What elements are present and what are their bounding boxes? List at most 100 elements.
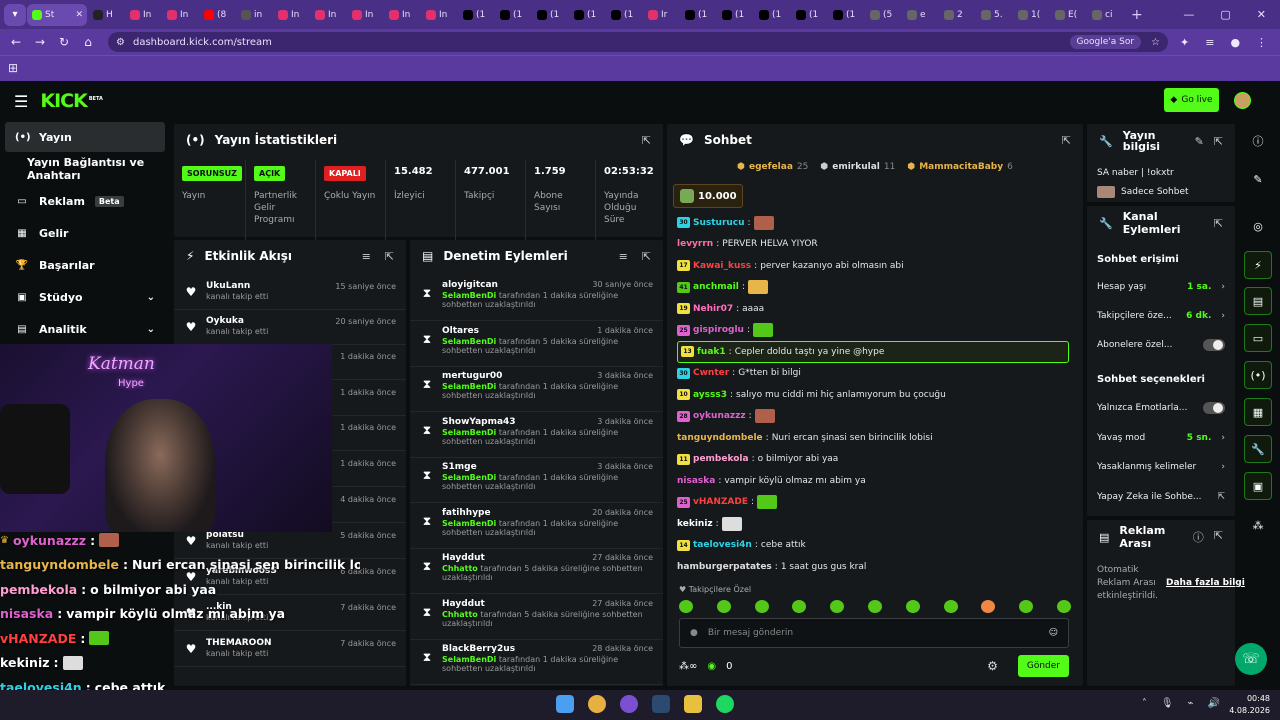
lightning-icon[interactable]: ⚡	[1244, 251, 1272, 279]
emote-icon[interactable]	[905, 600, 920, 613]
browser-tab[interactable]: (1	[569, 4, 605, 26]
popout-icon[interactable]: ⇱	[1214, 136, 1223, 147]
spotify-icon[interactable]	[716, 695, 734, 713]
chat-username[interactable]: Nehir07	[693, 304, 733, 314]
emoji-icon[interactable]: ☺	[1049, 628, 1058, 638]
browser-menu-icon[interactable]: ⋮	[1256, 36, 1267, 49]
moderation-row[interactable]: ⧗ Oltares 1 dakika önce SelamBenDi tarafınd…	[410, 322, 663, 367]
chat-username[interactable]: kekiniz	[677, 519, 713, 529]
emote-icon[interactable]	[753, 323, 774, 338]
browser-tab[interactable]: E(	[1050, 4, 1086, 26]
popout-icon[interactable]: ⇱	[642, 134, 651, 147]
popout-icon[interactable]: ⇱	[1062, 134, 1071, 147]
moderation-row[interactable]: ⧗ ShowYapma43 3 dakika önce SelamBenDi tara…	[410, 413, 663, 458]
browser-tab[interactable]: (1	[532, 4, 568, 26]
browser-tab[interactable]: (1	[717, 4, 753, 26]
moderation-row[interactable]: ⧗ mertugur00 3 dakika önce SelamBenDi taraf…	[410, 367, 663, 412]
activity-row[interactable]: ♥ UkuLann kanalı takip etti 15 saniye önce	[174, 274, 406, 310]
chat-message[interactable]: 41 anchmail:	[677, 277, 1069, 299]
filter-icon[interactable]: ≡	[619, 250, 628, 263]
bookmark-star-icon[interactable]: ☆	[1151, 37, 1160, 48]
chat-option-row[interactable]: Yalnızca Emotlarla...	[1097, 394, 1225, 422]
kick-logo[interactable]: KICK BETA	[40, 90, 103, 112]
browser-tab[interactable]: ci	[1087, 4, 1123, 26]
tab-search-icon[interactable]: ▾	[4, 3, 26, 26]
edit-icon[interactable]: ✎	[1244, 165, 1272, 193]
tab-active[interactable]: St ✕	[27, 3, 87, 26]
send-button[interactable]: Gönder	[1017, 655, 1069, 677]
chat-username[interactable]: taelovesi4n	[693, 540, 752, 550]
back-icon[interactable]: ←	[4, 35, 28, 49]
chat-username[interactable]: hamburgerpatates	[677, 562, 772, 572]
chat-access-row[interactable]: Abonelere özel...	[1097, 331, 1225, 359]
chat-message[interactable]: 25 vHANZADE:	[677, 492, 1069, 514]
emote-icon[interactable]	[830, 600, 845, 613]
sidebar-item-4[interactable]: 🏆 Başarılar	[5, 250, 165, 280]
emote-icon[interactable]	[679, 600, 693, 613]
chat-message[interactable]: nisaska: vampir köylü olmaz mı abim ya	[677, 470, 1069, 492]
browser-tab[interactable]: (1	[680, 4, 716, 26]
grid-icon[interactable]: ▦	[1244, 398, 1272, 426]
chat-message[interactable]: 25 gispiroglu:	[677, 320, 1069, 342]
emote-icon[interactable]	[754, 409, 775, 424]
minimize-icon[interactable]: —	[1183, 8, 1194, 21]
popout-icon[interactable]: ⇱	[385, 250, 394, 263]
site-info-icon[interactable]: ⚙	[116, 37, 125, 48]
chat-message[interactable]: 30 Cwnter: G*tten bi bilgi	[677, 363, 1069, 385]
popout-icon[interactable]: ⇱	[642, 250, 651, 263]
user-avatar[interactable]	[1234, 92, 1251, 109]
go-live-button[interactable]: ◆ Go live	[1164, 88, 1219, 112]
emote-icon[interactable]	[753, 215, 774, 230]
browser-tab[interactable]: (1	[791, 4, 827, 26]
chat-access-row[interactable]: Takipçilere öze... 6 dk. ›	[1097, 302, 1225, 330]
chat-message[interactable]: 19 Nehir07: aaaa	[677, 298, 1069, 320]
add-widget-icon[interactable]: ⁂	[1244, 511, 1272, 539]
sidebar-item-5[interactable]: ▣ Stüdyo ⌄	[5, 282, 165, 312]
document-icon[interactable]: ▤	[1244, 287, 1272, 315]
chat-bubble-icon[interactable]: ▭	[1244, 324, 1272, 352]
emote-icon[interactable]	[757, 495, 778, 510]
moderation-row[interactable]: ⧗ S1mge 3 dakika önce SelamBenDi tarafından…	[410, 458, 663, 503]
panel-icon[interactable]: ▣	[1244, 472, 1272, 500]
chat-message[interactable]: 13 fuak1: Cepler doldu taştı ya yine @hype	[677, 341, 1069, 363]
browser-tab[interactable]: e	[902, 4, 938, 26]
browser-tab[interactable]: (1	[495, 4, 531, 26]
moderation-row[interactable]: ⧗ aloyigitcan 30 saniye önce SelamBenDi tar…	[410, 276, 663, 321]
chat-username[interactable]: levyrrn	[677, 239, 713, 249]
mic-icon[interactable]: 🎙	[1161, 698, 1174, 709]
forward-icon[interactable]: →	[28, 35, 52, 49]
browser-tab[interactable]: (1	[458, 4, 494, 26]
browser-tab[interactable]: In	[421, 4, 457, 26]
moderation-row[interactable]: ⧗ BlackBerry2us 28 dakika önce SelamBenDi t…	[410, 640, 663, 685]
toggle-switch[interactable]	[1203, 339, 1225, 351]
url-input[interactable]: ⚙ dashboard.kick.com/stream Google'a Sor…	[108, 32, 1168, 52]
new-tab-button[interactable]: +	[1131, 7, 1143, 23]
apps-grid-icon[interactable]: ⊞	[8, 61, 18, 75]
chat-username[interactable]: gispiroglu	[693, 325, 744, 335]
emote-icon[interactable]	[747, 280, 768, 295]
browser-tab[interactable]: 1(	[1013, 4, 1049, 26]
emote-icon[interactable]	[792, 600, 807, 613]
chat-message[interactable]: 17 Kawai_kuss: perver kazanıyo abi olmasın…	[677, 255, 1069, 277]
chat-username[interactable]: pembekola	[693, 454, 749, 464]
moderation-row[interactable]: ⧗ Hayddut 27 dakika önce Chhatto tarafından…	[410, 595, 663, 640]
moderation-row[interactable]: ⧗ Hayddut 27 dakika önce Chhatto tarafından…	[410, 549, 663, 594]
media-icon[interactable]: ≡	[1205, 36, 1214, 49]
steam-icon[interactable]	[652, 695, 670, 713]
browser-tab[interactable]: (1	[828, 4, 864, 26]
chat-username[interactable]: fuak1	[697, 347, 726, 357]
top-gifter[interactable]: ⬢ egefelaa 25	[737, 162, 808, 172]
emote-icon[interactable]	[943, 600, 958, 613]
browser-tab[interactable]: In	[125, 4, 161, 26]
chat-message[interactable]: 28 oykunazzz:	[677, 406, 1069, 428]
clock[interactable]: 00:48 4.08.2026	[1229, 693, 1270, 717]
more-info-link[interactable]: Daha fazla bilgi	[1166, 578, 1245, 588]
browser-tab[interactable]: In	[384, 4, 420, 26]
emote-icon[interactable]	[1056, 600, 1071, 613]
browser-tab[interactable]: 5.	[976, 4, 1012, 26]
emote-icon[interactable]	[716, 600, 731, 613]
browser-tab[interactable]: H	[88, 4, 124, 26]
chat-settings-icon[interactable]: ⚙	[987, 659, 998, 673]
edit-icon[interactable]: ✎	[1195, 136, 1204, 147]
gift-pinned[interactable]: 10.000	[673, 184, 743, 208]
